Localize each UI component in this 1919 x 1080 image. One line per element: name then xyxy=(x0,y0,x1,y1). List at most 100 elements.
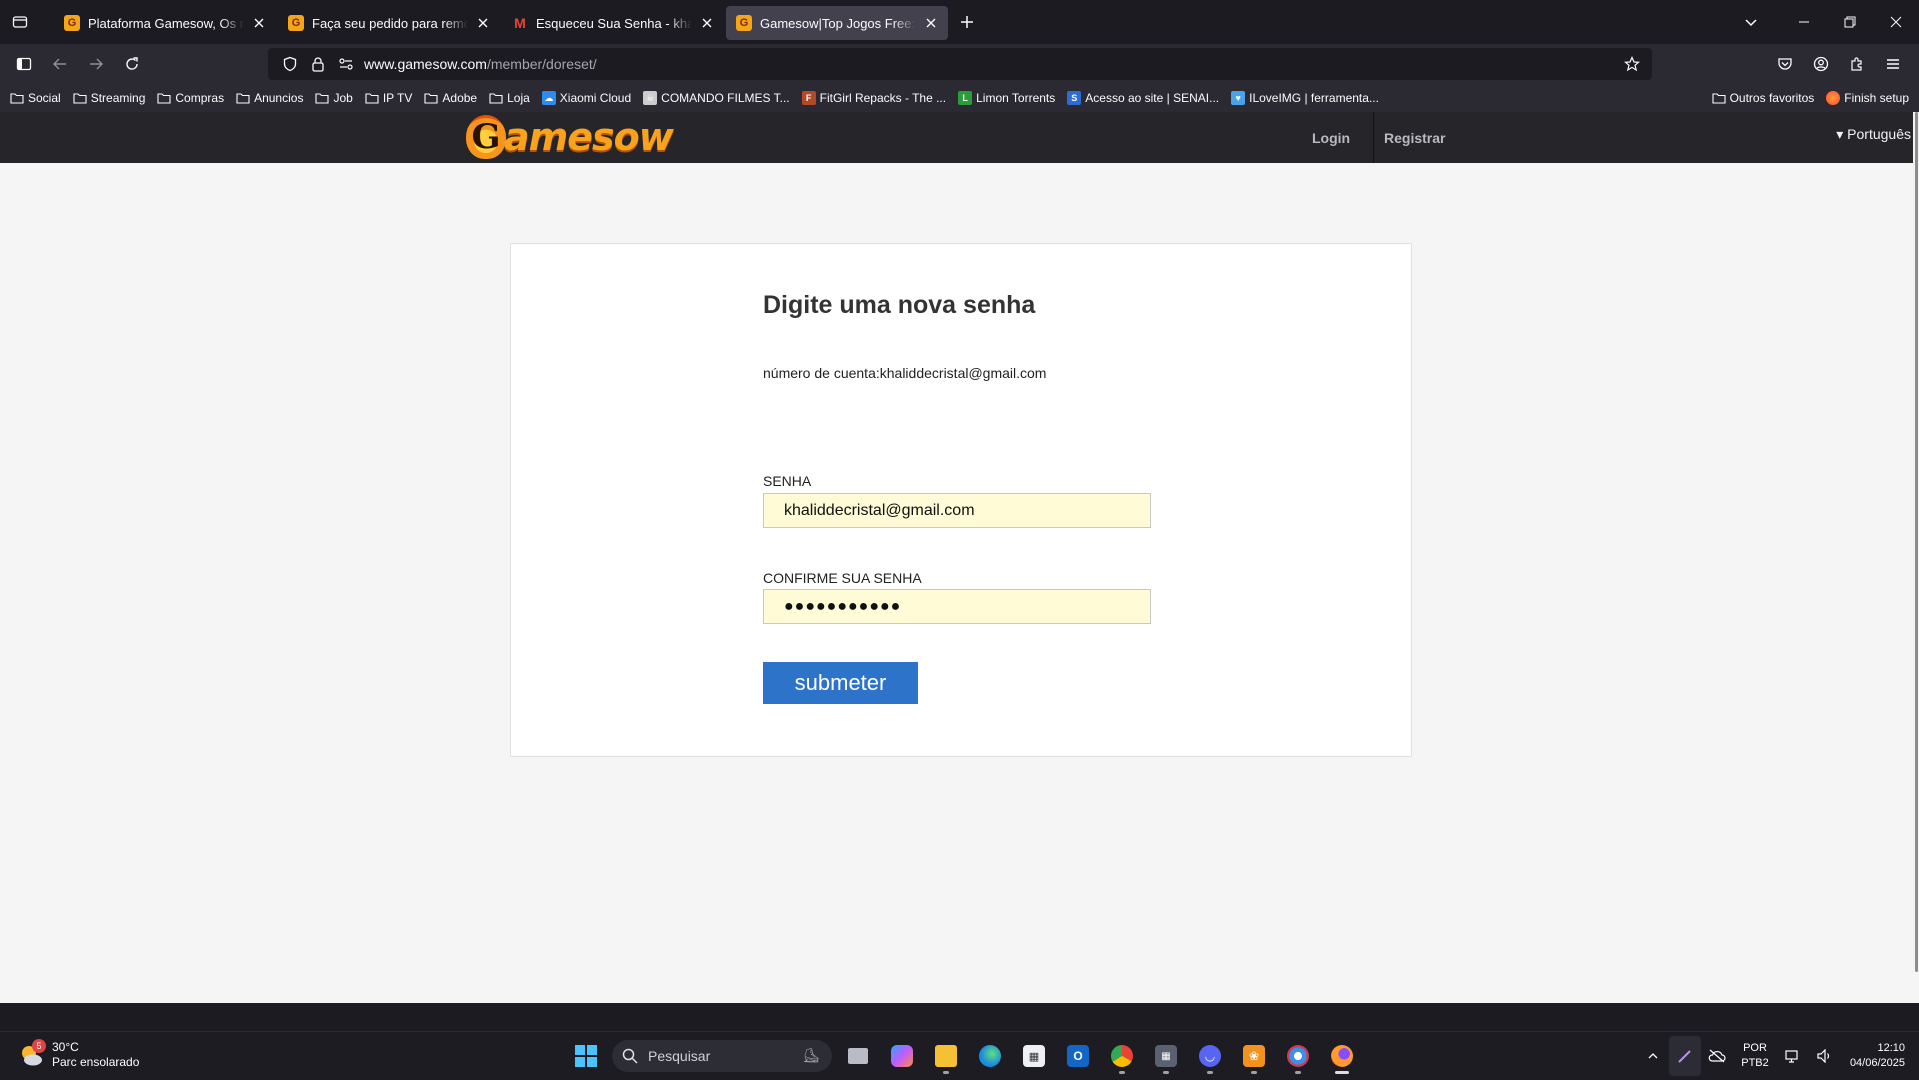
cloud-off-icon xyxy=(1708,1049,1726,1063)
tab-gamesow-member-active[interactable]: G Gamesow|Top Jogos Free::member xyxy=(726,6,948,40)
bookmark-streaming[interactable]: Streaming xyxy=(73,91,145,105)
windows-logo-icon xyxy=(575,1045,597,1067)
running-indicator xyxy=(1295,1071,1301,1074)
forward-button[interactable] xyxy=(78,48,114,80)
bookmark-compras[interactable]: Compras xyxy=(157,91,224,105)
tab-removal-request[interactable]: G Faça seu pedido para remoção de xyxy=(278,6,500,40)
bookmark-job[interactable]: Job xyxy=(315,91,353,105)
start-button[interactable] xyxy=(568,1036,604,1076)
bookmark-xiaomi-cloud[interactable]: ☁ Xiaomi Cloud xyxy=(541,91,631,105)
taskbar-search[interactable]: Pesquisar ⛸︎ xyxy=(612,1040,832,1072)
page-scrollbar[interactable] xyxy=(1913,112,1919,1003)
minimize-icon xyxy=(1799,21,1809,23)
address-bar[interactable]: www.gamesow.com/member/doreset/ xyxy=(268,48,1652,80)
tab-title: Gamesow|Top Jogos Free::member xyxy=(760,15,916,31)
gmail-favicon-icon: M xyxy=(514,15,526,31)
login-link[interactable]: Login xyxy=(1312,112,1350,163)
folder-icon xyxy=(315,92,330,104)
store-button[interactable]: ▦ xyxy=(1016,1036,1052,1076)
lock-icon[interactable] xyxy=(304,48,332,80)
restore-button[interactable] xyxy=(1827,0,1873,44)
close-tab-icon[interactable] xyxy=(476,16,490,30)
reload-button[interactable] xyxy=(114,48,150,80)
network-icon xyxy=(1785,1050,1798,1063)
bookmark-social[interactable]: Social xyxy=(10,91,61,105)
bookmark-loja[interactable]: Loja xyxy=(489,91,530,105)
toolbar-right xyxy=(1767,48,1911,80)
volume-button[interactable] xyxy=(1809,1032,1841,1080)
confirm-password-input[interactable]: ●●●●●●●●●●● xyxy=(763,589,1151,624)
account-button[interactable] xyxy=(1803,48,1839,80)
bookmark-label: Acesso ao site | SENAI... xyxy=(1085,91,1220,105)
pen-button[interactable] xyxy=(1669,1036,1701,1076)
bookmark-finish-setup[interactable]: Finish setup xyxy=(1826,91,1909,105)
scrollbar-thumb[interactable] xyxy=(1915,112,1918,972)
discord-button[interactable]: ◡ xyxy=(1192,1036,1228,1076)
sidebar-toggle-button[interactable] xyxy=(6,48,42,80)
bookmark-limon-torrents[interactable]: L Limon Torrents xyxy=(958,91,1055,105)
logo-wordmark: amesow xyxy=(504,115,674,159)
window-controls xyxy=(1781,0,1919,44)
outlook-button[interactable]: O xyxy=(1060,1036,1096,1076)
close-window-button[interactable] xyxy=(1873,0,1919,44)
tab-gamesow-platform[interactable]: G Plataforma Gamesow, Os melhores xyxy=(54,6,276,40)
submit-button[interactable]: submeter xyxy=(763,662,918,704)
bookmark-acesso-ao-site-senai[interactable]: S Acesso ao site | SENAI... xyxy=(1067,91,1219,105)
bookmark-comando-filmes-t[interactable]: ☠ COMANDO FILMES T... xyxy=(643,91,790,105)
weather-widget[interactable]: 5 30°C Parc ensolarado xyxy=(18,1039,139,1070)
bookmark-star-button[interactable] xyxy=(1618,48,1646,80)
navigation-toolbar: www.gamesow.com/member/doreset/ xyxy=(0,44,1919,84)
chrome-button[interactable] xyxy=(1104,1036,1140,1076)
clock[interactable]: 12:10 04/06/2025 xyxy=(1841,1041,1919,1071)
search-highlight-icon: ⛸︎ xyxy=(802,1047,820,1063)
back-button[interactable] xyxy=(42,48,78,80)
language-selector[interactable]: ▾ Português xyxy=(1836,126,1911,143)
app-menu-button[interactable] xyxy=(1875,48,1911,80)
running-indicator xyxy=(1163,1071,1169,1074)
password-input[interactable]: khaliddecristal@gmail.com xyxy=(763,493,1151,528)
copilot-button[interactable] xyxy=(884,1036,920,1076)
tab-list-button[interactable] xyxy=(0,0,40,44)
calculator-button[interactable]: ▦ xyxy=(1148,1036,1184,1076)
close-tab-icon[interactable] xyxy=(252,16,266,30)
bookmark-ip-tv[interactable]: IP TV xyxy=(365,91,412,105)
clock-date: 04/06/2025 xyxy=(1849,1057,1905,1069)
bookmark-anuncios[interactable]: Anuncios xyxy=(236,91,303,105)
extensions-button[interactable] xyxy=(1839,48,1875,80)
cloud-status-button[interactable] xyxy=(1701,1032,1733,1080)
bookmark-adobe[interactable]: Adobe xyxy=(424,91,477,105)
reset-password-card: Digite uma nova senha número de cuenta:k… xyxy=(510,243,1412,757)
running-indicator xyxy=(1335,1071,1349,1074)
bookmark-iloveimg-ferramenta[interactable]: ♥ ILoveIMG | ferramenta... xyxy=(1231,91,1379,105)
show-hidden-icons-button[interactable] xyxy=(1637,1032,1669,1080)
bookmark-label: Anuncios xyxy=(254,91,304,105)
gamesow-favicon-icon: G xyxy=(64,15,80,31)
limon-icon: L xyxy=(958,91,973,105)
app-orange-icon: ❀ xyxy=(1243,1045,1265,1067)
tab-forgot-password-gmail[interactable]: M Esqueceu Sua Senha - khaliddecristal xyxy=(502,6,724,40)
reload-icon xyxy=(126,57,138,70)
permissions-icon[interactable] xyxy=(332,48,360,80)
system-tray: POR PTB2 12:10 04/06/2025 xyxy=(1637,1032,1919,1080)
file-explorer-button[interactable] xyxy=(928,1036,964,1076)
orange-app-button[interactable]: ❀ xyxy=(1236,1036,1272,1076)
copilot-icon xyxy=(891,1045,913,1067)
input-language-indicator[interactable]: POR PTB2 xyxy=(1733,1041,1777,1071)
network-button[interactable] xyxy=(1777,1032,1809,1080)
firefox-button[interactable] xyxy=(1324,1036,1360,1076)
bookmark-outros-favoritos[interactable]: Outros favoritos xyxy=(1712,91,1814,105)
gamesow-logo[interactable]: G amesow xyxy=(466,114,674,160)
edge-button[interactable] xyxy=(972,1036,1008,1076)
pocket-button[interactable] xyxy=(1767,48,1803,80)
close-tab-icon[interactable] xyxy=(700,16,714,30)
minimize-button[interactable] xyxy=(1781,0,1827,44)
list-all-tabs-button[interactable] xyxy=(1731,0,1771,44)
bookmark-fitgirl-repacks-the[interactable]: F FitGirl Repacks - The ... xyxy=(801,91,946,105)
steam-like-button[interactable] xyxy=(1280,1036,1316,1076)
close-tab-icon[interactable] xyxy=(924,16,938,30)
task-view-button[interactable] xyxy=(840,1036,876,1076)
url-text[interactable]: www.gamesow.com/member/doreset/ xyxy=(364,56,597,72)
register-link[interactable]: Registrar xyxy=(1384,112,1445,163)
tracking-protection-icon[interactable] xyxy=(276,48,304,80)
new-tab-button[interactable] xyxy=(950,5,984,39)
